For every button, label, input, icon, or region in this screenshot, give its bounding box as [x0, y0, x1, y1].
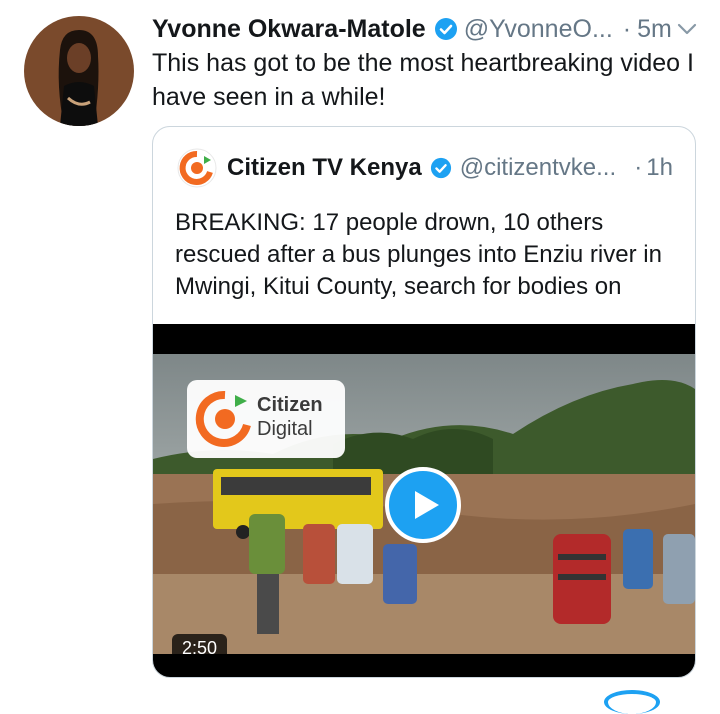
- video-duration: 2:50: [172, 634, 228, 663]
- avatar[interactable]: [24, 16, 134, 126]
- play-icon[interactable]: [385, 467, 461, 543]
- author-name[interactable]: Yvonne Okwara-Matole: [152, 15, 426, 44]
- quoted-tweet[interactable]: Citizen TV Kenya @citizentvke... · 1h BR…: [152, 126, 696, 678]
- separator-dot: ·: [634, 154, 643, 181]
- chevron-down-icon[interactable]: [674, 16, 700, 42]
- tweet-text: This has got to be the most heartbreakin…: [152, 49, 694, 111]
- watermark-text-line2: Digital: [257, 418, 313, 440]
- video-player[interactable]: Citizen Digital 2:50: [153, 324, 695, 677]
- quoted-author-name[interactable]: Citizen TV Kenya: [227, 154, 422, 182]
- quoted-tweet-text: BREAKING: 17 people drown, 10 others res…: [175, 209, 662, 300]
- citizen-tv-logo[interactable]: [177, 148, 217, 188]
- quoted-tweet-header: Citizen TV Kenya @citizentvke... · 1h: [177, 148, 673, 188]
- author-handle[interactable]: @YvonneO...: [464, 15, 613, 44]
- verified-badge-icon: [434, 18, 457, 40]
- watermark-logo: Citizen Digital: [187, 380, 345, 458]
- quoted-author-handle[interactable]: @citizentvke...: [460, 154, 616, 182]
- quoted-timestamp[interactable]: 1h: [646, 154, 673, 182]
- timestamp[interactable]: 5m: [637, 15, 672, 44]
- tweet-header: Yvonne Okwara-Matole @YvonneO... · 5m: [152, 12, 700, 46]
- separator-dot: ·: [622, 14, 632, 43]
- tweet[interactable]: Yvonne Okwara-Matole @YvonneO... · 5m Th…: [0, 0, 720, 714]
- verified-badge-icon: [430, 157, 451, 179]
- next-tweet-partial-icon: [604, 690, 660, 714]
- watermark-text-line1: Citizen: [257, 394, 323, 416]
